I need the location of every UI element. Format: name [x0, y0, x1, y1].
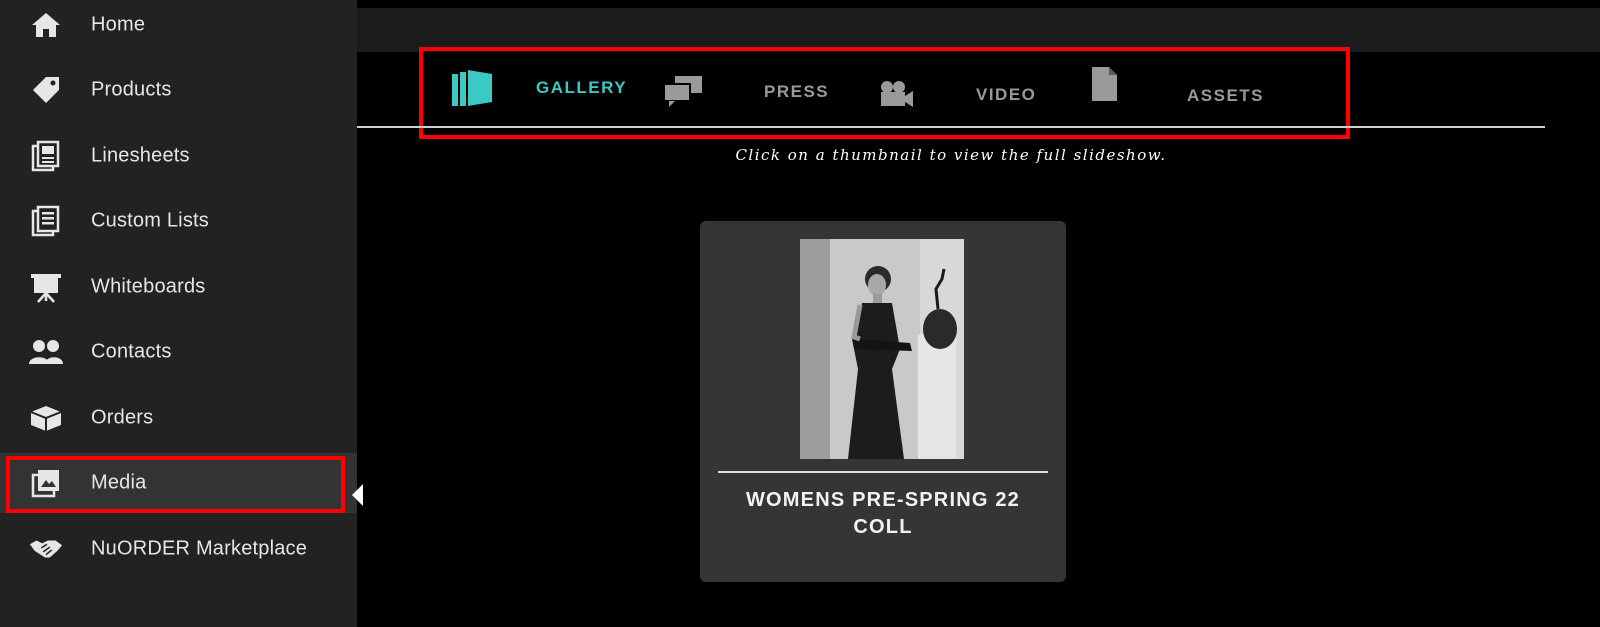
- tab-press[interactable]: PRESS: [663, 72, 829, 112]
- sidebar-item-linesheets[interactable]: Linesheets: [0, 126, 357, 186]
- sidebar-item-custom-lists[interactable]: Custom Lists: [0, 191, 357, 251]
- sidebar-item-label: Contacts: [91, 340, 172, 363]
- linesheets-icon: [29, 139, 63, 173]
- tab-gallery[interactable]: GALLERY: [452, 66, 627, 110]
- tab-label: VIDEO: [976, 85, 1037, 104]
- tab-video[interactable]: VIDEO: [879, 78, 1036, 112]
- video-camera-icon: [879, 80, 915, 110]
- sidebar-item-label: Linesheets: [91, 144, 190, 167]
- album-divider: [718, 471, 1048, 473]
- sidebar: Home Products Linesheets Custom Lists Wh…: [0, 0, 357, 627]
- gallery-instruction: Click on a thumbnail to view the full sl…: [735, 146, 1167, 164]
- album-card[interactable]: WOMENS PRE-SPRING 22 COLL: [700, 221, 1066, 582]
- sidebar-item-label: Media: [91, 471, 147, 494]
- sidebar-item-whiteboards[interactable]: Whiteboards: [0, 257, 357, 317]
- media-icon: [29, 466, 63, 500]
- sidebar-item-label: Custom Lists: [91, 209, 209, 232]
- top-bar: [357, 8, 1600, 52]
- home-icon: [29, 8, 63, 42]
- press-icon: [663, 75, 703, 109]
- gallery-icon: [452, 68, 494, 108]
- album-title: WOMENS PRE-SPRING 22 COLL: [745, 489, 1021, 538]
- sidebar-item-label: Home: [91, 13, 146, 36]
- sidebar-item-products[interactable]: Products: [0, 60, 357, 120]
- tabs-divider: [357, 126, 1545, 128]
- active-indicator: [352, 484, 363, 506]
- list-icon: [29, 204, 63, 238]
- document-icon: [1091, 66, 1119, 102]
- tab-label: PRESS: [764, 82, 830, 101]
- sidebar-item-contacts[interactable]: Contacts: [0, 322, 357, 382]
- album-thumbnail[interactable]: [800, 239, 964, 459]
- sidebar-item-marketplace[interactable]: NuORDER Marketplace: [0, 519, 357, 579]
- tab-label: ASSETS: [1187, 86, 1265, 105]
- sidebar-item-label: Whiteboards: [91, 275, 206, 298]
- whiteboard-icon: [29, 270, 63, 304]
- tab-assets[interactable]: ASSETS: [1091, 66, 1264, 112]
- contacts-icon: [29, 335, 63, 369]
- sidebar-item-label: Products: [91, 78, 172, 101]
- sidebar-item-media[interactable]: Media: [0, 453, 357, 513]
- handshake-icon: [29, 532, 63, 566]
- box-icon: [29, 401, 63, 435]
- sidebar-item-label: NuORDER Marketplace: [91, 537, 308, 560]
- sidebar-item-orders[interactable]: Orders: [0, 388, 357, 448]
- tab-label: GALLERY: [536, 78, 628, 97]
- sidebar-item-home[interactable]: Home: [0, 0, 357, 55]
- tag-icon: [29, 73, 63, 107]
- sidebar-item-label: Orders: [91, 406, 154, 429]
